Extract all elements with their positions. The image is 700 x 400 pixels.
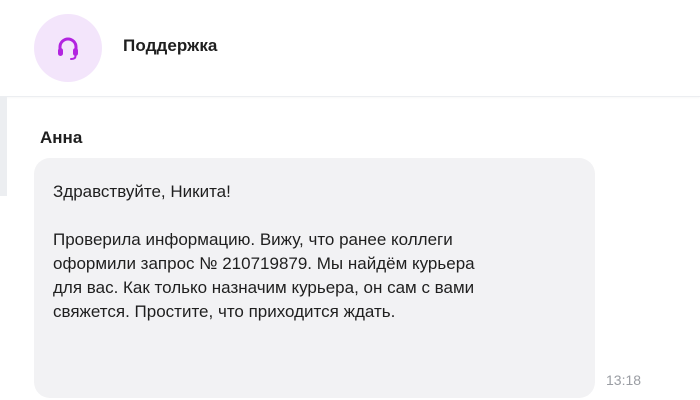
side-divider [0,96,7,196]
message-time: 13:18 [606,372,642,388]
chat-title: Поддержка [123,36,218,55]
support-avatar[interactable] [34,14,102,82]
chat-window: Поддержка Анна Здравствуйте, Никита! Про… [0,0,700,400]
message-line: оформили запрос № 210719879. Мы найдём к… [53,254,475,273]
sender-name: Анна [40,128,83,147]
message-bubble: Здравствуйте, Никита! Проверила информац… [34,158,595,398]
chat-header: Поддержка [0,0,700,97]
message-line: Проверила информацию. Вижу, что ранее ко… [53,230,453,249]
message-line: свяжется. Простите, что приходится ждать… [53,302,396,321]
headset-icon [58,37,78,60]
message-line: для вас. Как только назначим курьера, он… [53,278,475,297]
message-greeting: Здравствуйте, Никита! [53,182,231,201]
